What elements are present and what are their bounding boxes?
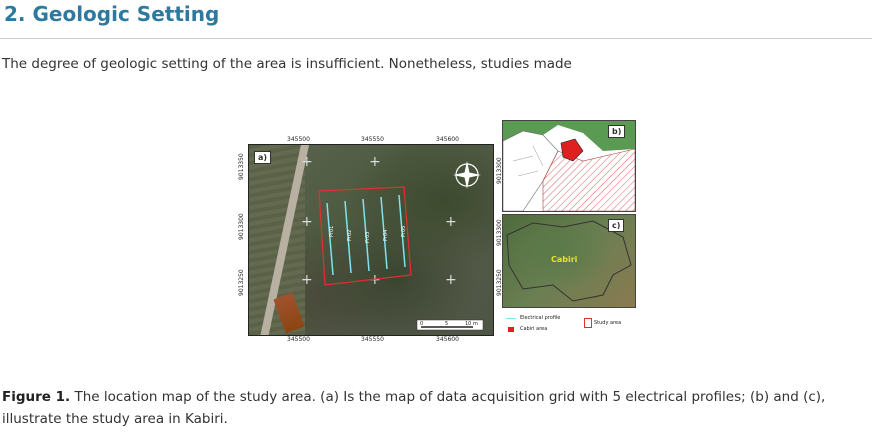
caption-text: The location map of the study area. (a) … — [2, 389, 826, 427]
legend-electrical-profile: Electrical profile — [520, 315, 561, 321]
legend-cabiri-area: Cabiri area — [520, 326, 548, 332]
profile-label-3: Pr03 — [365, 232, 371, 243]
profile-line-1 — [326, 202, 334, 276]
cabiri-satellite-panel: Cabiri c) — [502, 214, 636, 308]
x-tick-top-1: 345500 — [287, 136, 310, 143]
x-tick-bottom-2: 345550 — [361, 336, 384, 343]
aerial-map-panel: + + + + + + + a) Pr01 Pr02 Pr03 Pr04 Pr0… — [248, 144, 494, 336]
cabiri-place-label: Cabiri — [551, 255, 578, 264]
scale-label-0: 0 — [420, 321, 423, 327]
x-tick-bottom-3: 345600 — [436, 336, 459, 343]
legend-profile-swatch — [506, 318, 516, 319]
regional-map-panel: b) — [502, 120, 636, 212]
title-divider — [0, 38, 872, 39]
caption-label: Figure 1. — [2, 389, 71, 405]
body-paragraph: The degree of geologic setting of the ar… — [2, 56, 572, 72]
x-tick-top-3: 345600 — [436, 136, 459, 143]
legend-study-swatch — [584, 318, 592, 328]
scale-label-5: 5 — [445, 321, 448, 327]
profile-label-2: Pr02 — [347, 230, 353, 241]
north-arrow-icon — [453, 161, 481, 189]
scale-label-10m: 10 m — [465, 321, 478, 327]
profile-label-4: Pr04 — [383, 230, 389, 241]
profile-label-1: Pr01 — [329, 226, 335, 237]
panel-c-label: c) — [608, 219, 625, 232]
figure-caption: Figure 1. The location map of the study … — [2, 386, 874, 430]
x-tick-top-2: 345550 — [361, 136, 384, 143]
y-tick-3: 9013250 — [238, 269, 245, 296]
legend-study-area: Study area — [594, 320, 622, 326]
profiles-overlay: Pr01 Pr02 Pr03 Pr04 Pr05 0 5 10 m — [318, 161, 484, 331]
cabiri-area-highlight — [560, 138, 584, 162]
y-tick-1: 9013350 — [238, 153, 245, 180]
legend-cabiri-swatch — [508, 327, 514, 332]
profile-label-5: Pr05 — [401, 226, 407, 237]
panel-b-label: b) — [608, 125, 626, 138]
x-tick-bottom-1: 345500 — [287, 336, 310, 343]
section-title: 2. Geologic Setting — [4, 2, 220, 26]
y-tick-2: 9013300 — [238, 213, 245, 240]
